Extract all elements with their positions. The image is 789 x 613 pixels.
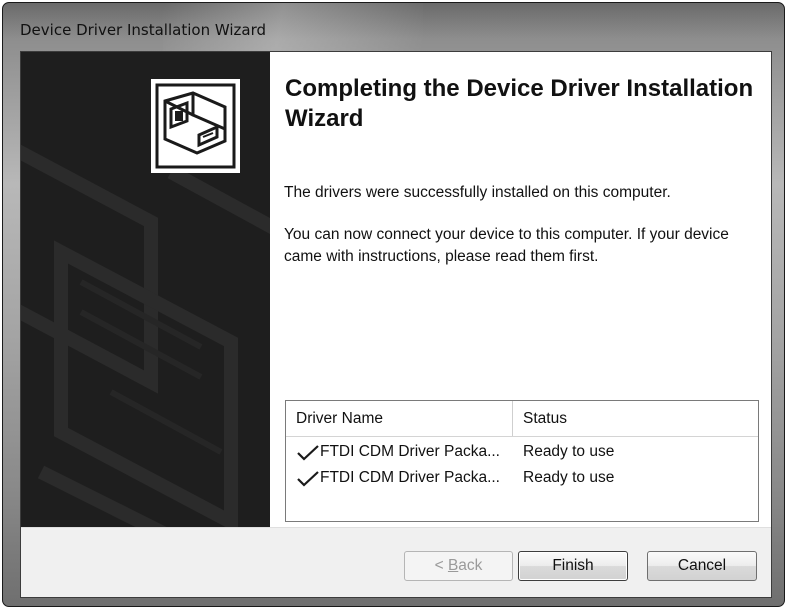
driver-install-icon: [151, 79, 240, 173]
driver-status-cell: Ready to use: [523, 443, 615, 460]
finish-button[interactable]: Finish: [518, 551, 628, 581]
table-row[interactable]: FTDI CDM Driver Packa... Ready to use: [286, 467, 758, 493]
table-row[interactable]: FTDI CDM Driver Packa... Ready to use: [286, 441, 758, 467]
back-button[interactable]: < Back: [404, 551, 513, 581]
wizard-window: Device Driver Installation Wizard Comple…: [2, 2, 785, 607]
driver-name-cell: FTDI CDM Driver Packa...: [320, 443, 500, 460]
column-header-status[interactable]: Status: [523, 410, 567, 428]
instructions-text: You can now connect your device to this …: [284, 226, 729, 265]
column-header-driver-name[interactable]: Driver Name: [296, 410, 383, 428]
success-message: The drivers were successfully installed …: [284, 184, 671, 201]
wizard-side-banner: [21, 52, 270, 527]
cancel-button[interactable]: Cancel: [647, 551, 757, 581]
back-button-rest: ack: [458, 557, 483, 574]
driver-status-cell: Ready to use: [523, 469, 615, 486]
driver-name-cell: FTDI CDM Driver Packa...: [320, 469, 500, 486]
driver-list-header: Driver Name Status: [286, 401, 758, 437]
back-button-prefix: <: [434, 557, 448, 574]
column-divider[interactable]: [512, 401, 513, 436]
title-bar[interactable]: Device Driver Installation Wizard: [3, 3, 784, 51]
back-button-mnemonic: B: [447, 557, 459, 574]
wizard-client-area: Completing the Device Driver Installatio…: [20, 51, 772, 598]
window-title: Device Driver Installation Wizard: [20, 21, 266, 39]
page-title: Completing the Device Driver Installatio…: [285, 75, 754, 132]
checkmark-icon: [297, 471, 319, 487]
driver-list[interactable]: Driver Name Status FTDI CDM Driver Packa…: [285, 400, 759, 522]
wizard-button-bar: < Back Finish Cancel: [21, 527, 771, 597]
checkmark-icon: [297, 445, 319, 461]
